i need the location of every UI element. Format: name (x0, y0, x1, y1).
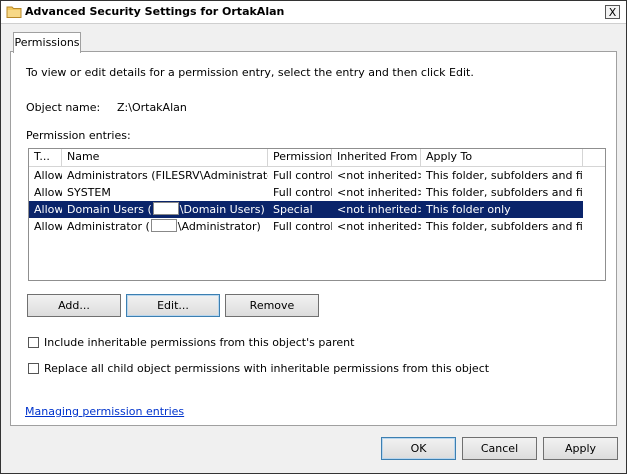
tab-permissions-label: Permissions (14, 36, 80, 49)
list-header: T... Name Permission Inherited From Appl… (29, 149, 605, 167)
name-text: Domain Users ( (67, 203, 152, 216)
cancel-button[interactable]: Cancel (462, 437, 537, 460)
column-header-apply-to[interactable]: Apply To (421, 149, 583, 166)
close-button[interactable]: X (605, 5, 620, 19)
name-text: SYSTEM (67, 186, 111, 199)
edit-button[interactable]: Edit... (126, 294, 220, 317)
name-suffix-text: \Administrator) (177, 220, 261, 233)
cell-type: Allow (34, 169, 62, 182)
cell-inherited-from: <not inherited> (337, 169, 421, 182)
apply-button[interactable]: Apply (543, 437, 618, 460)
table-row[interactable]: Allow SYSTEM Full control <not inherited> Th… (29, 184, 583, 201)
security-settings-window: Advanced Security Settings for OrtakAlan… (0, 0, 627, 474)
cell-permission: Full control (273, 186, 332, 199)
ok-button[interactable]: OK (381, 437, 456, 460)
redacted-box (150, 219, 177, 232)
cell-apply-to: This folder, subfolders and files (426, 169, 583, 182)
name-text: Administrators (FILESRV\Administrators) (67, 169, 268, 182)
cell-apply-to: This folder, subfolders and files (426, 186, 583, 199)
managing-permission-entries-link[interactable]: Managing permission entries (25, 405, 184, 418)
intro-text: To view or edit details for a permission… (26, 66, 474, 79)
redacted-box (152, 202, 179, 215)
replace-child-checkbox[interactable] (28, 363, 39, 374)
cell-permission: Special (273, 203, 313, 216)
include-inheritable-label[interactable]: Include inheritable permissions from thi… (44, 336, 354, 349)
add-button[interactable]: Add... (27, 294, 121, 317)
cell-type: Allow (34, 220, 62, 233)
cell-name: Administrators (FILESRV\Administrators) (62, 167, 268, 184)
cell-apply-to: This folder, subfolders and files (426, 220, 583, 233)
table-row[interactable]: Allow Administrator ( \Administrator) Full … (29, 218, 583, 235)
name-suffix-text: \Domain Users) (179, 203, 265, 216)
table-row[interactable]: Allow Administrators (FILESRV\Administrat… (29, 167, 583, 184)
cell-type: Allow (34, 186, 62, 199)
column-header-permission[interactable]: Permission (268, 149, 332, 166)
cell-name: Administrator ( \Administrator) (62, 218, 268, 235)
cell-inherited-from: <not inherited> (337, 186, 421, 199)
object-name-value: Z:\OrtakAlan (117, 101, 187, 114)
cell-apply-to: This folder only (426, 203, 511, 216)
cell-inherited-from: <not inherited> (337, 220, 421, 233)
cell-type: Allow (34, 203, 62, 216)
permissions-panel: To view or edit details for a permission… (10, 51, 617, 426)
permission-entries-list[interactable]: T... Name Permission Inherited From Appl… (28, 148, 606, 281)
column-header-name[interactable]: Name (62, 149, 268, 166)
include-inheritable-checkbox[interactable] (28, 337, 39, 348)
permission-entries-label: Permission entries: (26, 129, 131, 142)
window-title: Advanced Security Settings for OrtakAlan (25, 5, 285, 18)
cell-permission: Full control (273, 220, 332, 233)
cell-name: Domain Users ( \Domain Users) (62, 201, 268, 218)
cell-name: SYSTEM (62, 184, 268, 201)
folder-icon (6, 4, 22, 19)
replace-child-label[interactable]: Replace all child object permissions wit… (44, 362, 489, 375)
remove-button[interactable]: Remove (225, 294, 319, 317)
name-text: Administrator ( (67, 220, 150, 233)
tab-permissions[interactable]: Permissions (13, 32, 81, 53)
cell-inherited-from: <not inherited> (337, 203, 421, 216)
object-name-label: Object name: (26, 101, 101, 114)
table-row[interactable]: Allow Domain Users ( \Domain Users) Special… (29, 201, 583, 218)
column-header-inherited-from[interactable]: Inherited From (332, 149, 421, 166)
column-header-filler (583, 149, 605, 166)
title-bar: Advanced Security Settings for OrtakAlan… (1, 1, 626, 24)
cell-permission: Full control (273, 169, 332, 182)
column-header-type[interactable]: T... (29, 149, 62, 166)
close-icon: X (608, 6, 617, 19)
